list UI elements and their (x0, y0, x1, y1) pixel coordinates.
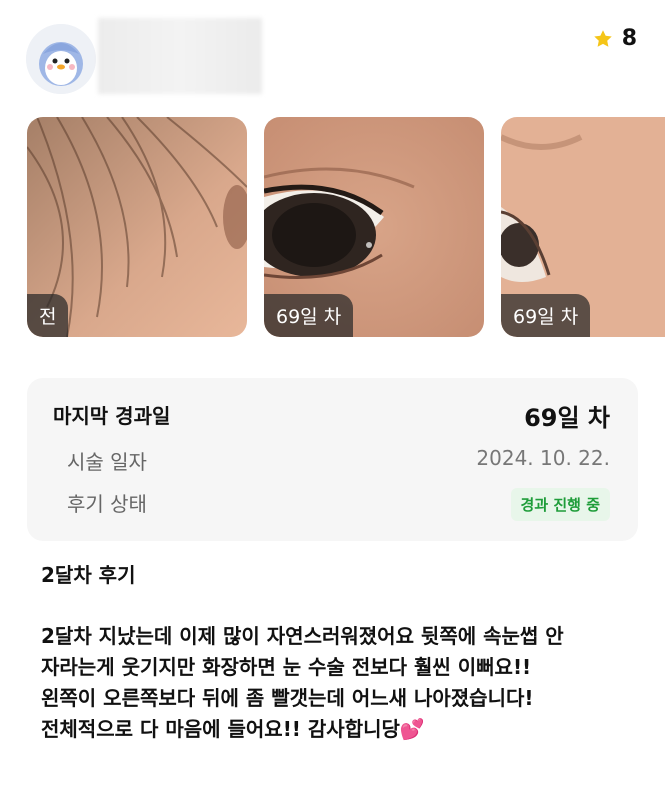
review-header: 8 (0, 0, 665, 110)
user-avatar[interactable] (26, 24, 96, 94)
procedure-date-value: 2024. 10. 22. (476, 446, 610, 470)
review-body: 2달차 지났는데 이제 많이 자연스러워졌어요 뒷쪽에 속눈썹 안 자라는게 웃… (41, 621, 651, 745)
gallery-photo-eye-side[interactable]: 69일 차 (501, 117, 665, 337)
last-day-value: 69일 차 (524, 404, 610, 432)
photo-label: 69일 차 (264, 294, 354, 337)
last-day-label: 마지막 경과일 (53, 404, 171, 428)
star-icon (593, 29, 612, 47)
photo-label: 69일 차 (501, 294, 591, 337)
photo-label: 전 (27, 294, 69, 337)
review-content: 2달차 후기 2달차 지났는데 이제 많이 자연스러워졌어요 뒷쪽에 속눈썹 안… (41, 560, 651, 745)
review-title: 2달차 후기 (41, 563, 136, 587)
username-redacted (98, 18, 262, 94)
review-line: 전체적으로 다 마음에 들어요!! 감사합니당💕 (41, 717, 425, 741)
review-line: 왼쪽이 오른쪽보다 뒤에 좀 빨갯는데 어느새 나아졌습니다! (41, 686, 534, 710)
review-line: 자라는게 웃기지만 화장하면 눈 수술 전보다 훨씬 이뻐요!! (41, 655, 532, 679)
gallery-photo-eye[interactable]: 69일 차 (264, 117, 484, 337)
rating: 8 (592, 26, 637, 51)
photo-gallery[interactable]: 전 69일 차 69일 차 (27, 117, 665, 339)
gallery-photo-before[interactable]: 전 (27, 117, 247, 337)
review-info-card: 마지막 경과일 69일 차 시술 일자 2024. 10. 22. 후기 상태 … (27, 378, 638, 541)
review-line: 2달차 지났는데 이제 많이 자연스러워졌어요 뒷쪽에 속눈썹 안 (41, 624, 564, 648)
penguin-avatar-icon (26, 24, 96, 94)
procedure-date-label: 시술 일자 (67, 450, 147, 474)
status-label: 후기 상태 (67, 492, 147, 516)
status-badge: 경과 진행 중 (510, 488, 610, 521)
rating-value: 8 (621, 26, 637, 51)
